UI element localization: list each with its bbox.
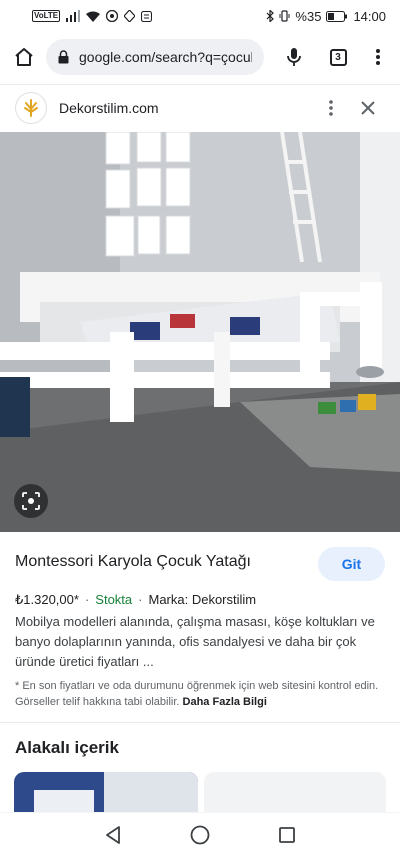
go-button[interactable]: Git xyxy=(318,547,385,581)
notification-icon xyxy=(141,10,153,22)
status-bar: VoLTE %35 14:00 xyxy=(0,0,400,32)
wifi-icon xyxy=(86,11,101,22)
url-bar[interactable]: google.com/search?q=çocuk+y xyxy=(46,39,264,75)
bed-photo xyxy=(0,132,400,532)
home-icon xyxy=(15,48,33,66)
chrome-icon xyxy=(106,10,119,22)
related-content-title: Alakalı içerik xyxy=(15,738,119,757)
signal-icon xyxy=(66,10,81,22)
recents-square-icon xyxy=(278,826,295,843)
product-description: Mobilya modelleri alanında, çalışma masa… xyxy=(15,614,375,669)
microphone-icon xyxy=(287,48,301,66)
system-nav-bar xyxy=(0,812,400,856)
disclaimer: * En son fiyatları ve oda durumunu öğren… xyxy=(15,678,390,710)
site-header: Dekorstilim.com xyxy=(0,84,400,130)
home-circle-icon xyxy=(190,825,210,844)
tab-switcher-button[interactable]: 3 xyxy=(316,35,360,79)
related-card[interactable] xyxy=(204,772,386,812)
home-button[interactable] xyxy=(2,35,46,79)
url-text: google.com/search?q=çocuk+y xyxy=(79,49,252,65)
related-card[interactable] xyxy=(14,772,198,812)
volte-icon: VoLTE xyxy=(32,10,61,22)
status-right: %35 14:00 xyxy=(266,9,386,24)
tab-count: 3 xyxy=(329,48,347,66)
product-image[interactable] xyxy=(0,132,400,532)
separator-dot: · xyxy=(138,592,143,607)
navigation-icon xyxy=(124,10,136,22)
back-triangle-icon xyxy=(106,825,121,844)
voice-search-button[interactable] xyxy=(272,35,316,79)
more-info-link[interactable]: Daha Fazla Bilgi xyxy=(183,696,267,708)
battery-percent: %35 xyxy=(295,8,322,24)
product-title: Montessori Karyola Çocuk Yatağı xyxy=(15,553,251,570)
home-nav-button[interactable] xyxy=(180,815,220,855)
product-meta: ₺1.320,00* · Stokta · Marka: Dekorstilim xyxy=(15,592,256,608)
site-name: Dekorstilim.com xyxy=(59,99,159,116)
site-logo xyxy=(15,91,47,124)
lens-icon xyxy=(22,492,40,510)
close-button[interactable] xyxy=(354,92,382,124)
wheat-logo-icon xyxy=(24,98,38,117)
clock: 14:00 xyxy=(353,8,386,24)
more-vert-icon xyxy=(329,100,333,116)
lock-icon xyxy=(58,50,69,64)
vibrate-icon xyxy=(279,10,290,22)
related-thumbnail xyxy=(14,772,198,812)
browser-toolbar: google.com/search?q=çocuk+y 3 xyxy=(0,32,400,82)
site-more-button[interactable] xyxy=(318,92,344,124)
recents-button[interactable] xyxy=(267,815,307,855)
bluetooth-icon xyxy=(266,10,275,22)
price: ₺1.320,00* xyxy=(15,592,79,607)
battery-icon xyxy=(326,10,348,22)
stock-status: Stokta xyxy=(95,592,133,607)
divider xyxy=(0,722,400,723)
brand: Marka: Dekorstilim xyxy=(148,592,257,607)
close-icon xyxy=(361,101,375,115)
separator-dot: · xyxy=(84,592,90,607)
status-left: VoLTE xyxy=(32,10,153,22)
lens-button[interactable] xyxy=(14,484,48,518)
back-button[interactable] xyxy=(93,815,133,855)
browser-menu-button[interactable] xyxy=(360,35,396,79)
more-vert-icon xyxy=(376,49,380,65)
